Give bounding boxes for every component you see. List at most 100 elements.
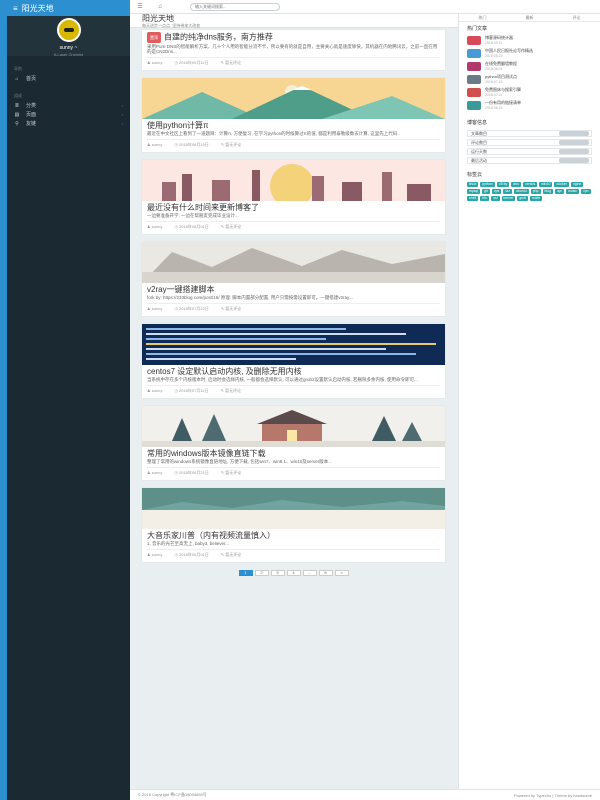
tab-latest[interactable]: 最新: [506, 14, 553, 21]
hot-post-item[interactable]: 博客源码统计器 2018.09.11: [459, 34, 600, 47]
hot-post-item[interactable]: 免费图床与搜索引擎 2018.07.11: [459, 86, 600, 99]
tag-chip[interactable]: git: [482, 189, 490, 194]
post-meta: ♟ sunny ◷ 2018年07月22日 ✎ 暂无评论: [147, 303, 440, 312]
sidebar-item-home[interactable]: ⌂ 首页: [7, 74, 130, 83]
blog-info-row: 文章数目: [467, 130, 592, 137]
tag-chip[interactable]: python: [480, 182, 495, 187]
post-title[interactable]: 大音乐家川普（内有视频流量慎入）: [147, 531, 440, 540]
blog-info-label: 评论数目: [471, 139, 487, 145]
post-title[interactable]: 置顶 自建的纯净dns服务，南方推荐: [147, 32, 440, 43]
author-icon: ♟ sunny: [147, 60, 163, 65]
tag-chip[interactable]: kernel: [501, 196, 516, 201]
post-thumbnail[interactable]: [142, 406, 445, 447]
tag-chip[interactable]: centos: [522, 182, 538, 187]
search-input[interactable]: [190, 2, 280, 11]
post-title[interactable]: 常用的windows版本镜像直链下载: [147, 449, 440, 458]
hot-post-item[interactable]: 在线免费翻墙教程 2018.08.01: [459, 60, 600, 73]
blog-info-row: 评论数目: [467, 139, 592, 146]
sidebar-toggle-icon[interactable]: ☰: [130, 3, 150, 10]
tag-chip[interactable]: ssl: [491, 196, 500, 201]
tab-comments[interactable]: 评论: [553, 14, 600, 21]
doc-icon: ▤: [14, 111, 20, 118]
post-thumbnail[interactable]: [142, 160, 445, 201]
page-button[interactable]: 2: [254, 570, 269, 576]
blog-info-title: 博客信息: [467, 120, 488, 126]
post-card[interactable]: 大音乐家川普（内有视频流量慎入） 1. 音乐的光芒至高无上, baby3, be…: [142, 488, 445, 562]
tag-chip[interactable]: dns: [511, 182, 521, 187]
post-author: sunny: [151, 552, 163, 557]
sidebar-item-category[interactable]: ≣ 分类 ›: [7, 101, 130, 110]
comment-icon[interactable]: ✎ 暂无评论: [221, 470, 241, 476]
tag-chip[interactable]: mysql: [467, 189, 481, 194]
page-button[interactable]: 3: [270, 570, 285, 576]
hot-posts-list: 博客源码统计器 2018.09.11 中国人民日报社论写作精选 2018.08.19 在…: [459, 34, 600, 112]
post-date: 2018年06月21日: [179, 470, 209, 475]
blog-info-value: [559, 158, 589, 163]
avatar[interactable]: [56, 18, 81, 42]
tag-chip[interactable]: ssr: [503, 189, 512, 194]
hot-post-item[interactable]: 一份有用的链接清单 2018.06.21: [459, 99, 600, 112]
post-title[interactable]: 最近没有什么时间来更新博客了: [147, 203, 440, 212]
post-card[interactable]: 使用python计算π 最近在中文社区上看到了一道题目：计算π, 方便复习, 在…: [142, 78, 445, 152]
next-page-button[interactable]: »: [334, 570, 349, 576]
tag-chip[interactable]: vpn: [580, 189, 591, 194]
post-date: 2018年06月01日: [179, 552, 209, 557]
tag-chip[interactable]: blog: [542, 189, 554, 194]
music-icon[interactable]: ♫: [150, 4, 170, 10]
post-body: 最近没有什么时间来更新博客了 一边要准备开学, 一边在帮朋友完成毕业设计... …: [142, 201, 445, 234]
comment-icon[interactable]: ✎ 暂无评论: [221, 142, 241, 148]
comment-icon[interactable]: ✎ 暂无评论: [221, 552, 241, 558]
tag-chip[interactable]: music: [565, 189, 579, 194]
post-title[interactable]: 使用python计算π: [147, 121, 440, 130]
post-list: 置顶 自建的纯净dns服务，南方推荐 采用Pure DNS的智能解析方案，几十个人…: [142, 30, 445, 576]
page-button[interactable]: 8: [318, 570, 333, 576]
powered-by-text[interactable]: Powered by Typecho | Theme by handsome: [514, 793, 592, 798]
hot-post-thumbnail: [467, 36, 481, 45]
hot-post-item[interactable]: 中国人民日报社论写作精选 2018.08.19: [459, 47, 600, 60]
tag-chip[interactable]: shell: [467, 196, 479, 201]
tag-chip[interactable]: bbr: [480, 196, 490, 201]
hot-post-thumbnail: [467, 62, 481, 71]
author-icon: ♟ sunny: [147, 142, 163, 147]
hot-post-date: 2018.08.19: [485, 53, 503, 58]
tag-chip[interactable]: v2ray: [496, 182, 510, 187]
tag-chip[interactable]: grub: [517, 196, 529, 201]
page-button[interactable]: 1: [238, 570, 253, 576]
post-meta: ♟ sunny ◷ 2018年06月01日 ✎ 暂无评论: [147, 549, 440, 558]
post-thumbnail[interactable]: [142, 242, 445, 283]
post-thumbnail[interactable]: [142, 78, 445, 119]
post-thumbnail[interactable]: [142, 488, 445, 529]
post-author: sunny: [151, 470, 163, 475]
post-card[interactable]: 最近没有什么时间来更新博客了 一边要准备开学, 一边在帮朋友完成毕业设计... …: [142, 160, 445, 234]
tag-chip[interactable]: linux: [467, 182, 479, 187]
brand-bar[interactable]: ≡ 阳光天地: [7, 0, 130, 16]
post-date: 2018年08月01日: [179, 224, 209, 229]
post-card[interactable]: 常用的windows版本镜像直链下载 整理了常用的windows系统镜像直链地址…: [142, 406, 445, 480]
tag-chip[interactable]: api: [555, 189, 564, 194]
tag-chip[interactable]: vps: [491, 189, 502, 194]
tag-chip[interactable]: ubuntu: [513, 189, 529, 194]
tag-chip[interactable]: php: [530, 189, 541, 194]
page-button[interactable]: 4: [286, 570, 301, 576]
comment-icon[interactable]: ✎ 暂无评论: [221, 388, 241, 394]
post-thumbnail[interactable]: [142, 324, 445, 365]
comment-icon[interactable]: ✎ 暂无评论: [221, 306, 241, 312]
post-title[interactable]: v2ray一键搭建脚本: [147, 285, 440, 294]
post-card[interactable]: v2ray一键搭建脚本 fork by: https://233blog.com…: [142, 242, 445, 316]
tag-chip[interactable]: win10: [539, 182, 553, 187]
tag-chip[interactable]: math: [530, 196, 542, 201]
post-card[interactable]: centos7 设定默认启动内核, 及删除无用内核 当系统中存在多个内核版本时,…: [142, 324, 445, 398]
sidebar-item-pages[interactable]: ▤ 页面 ›: [7, 110, 130, 119]
sidebar-item-links[interactable]: ⚲ 友链 ›: [7, 119, 130, 128]
comment-icon[interactable]: ✎ 暂无评论: [221, 60, 241, 66]
hot-post-item[interactable]: python项目测试点 2018.07.22: [459, 73, 600, 86]
tag-chip[interactable]: nginx: [570, 182, 584, 187]
post-card[interactable]: 置顶 自建的纯净dns服务，南方推荐 采用Pure DNS的智能解析方案，几十个人…: [142, 30, 445, 70]
right-sidebar: 热门 最新 评论 热门文章 博客源码统计器 2018.09.11 中国人民日报社论写…: [458, 14, 600, 789]
menu-icon[interactable]: ≡: [13, 4, 18, 13]
comment-icon[interactable]: ✎ 暂无评论: [221, 224, 241, 230]
post-body: 大音乐家川普（内有视频流量慎入） 1. 音乐的光芒至高无上, baby3, be…: [142, 529, 445, 562]
tag-chip[interactable]: docker: [554, 182, 569, 187]
post-title[interactable]: centos7 设定默认启动内核, 及删除无用内核: [147, 367, 440, 376]
tab-hot[interactable]: 热门: [459, 14, 506, 21]
